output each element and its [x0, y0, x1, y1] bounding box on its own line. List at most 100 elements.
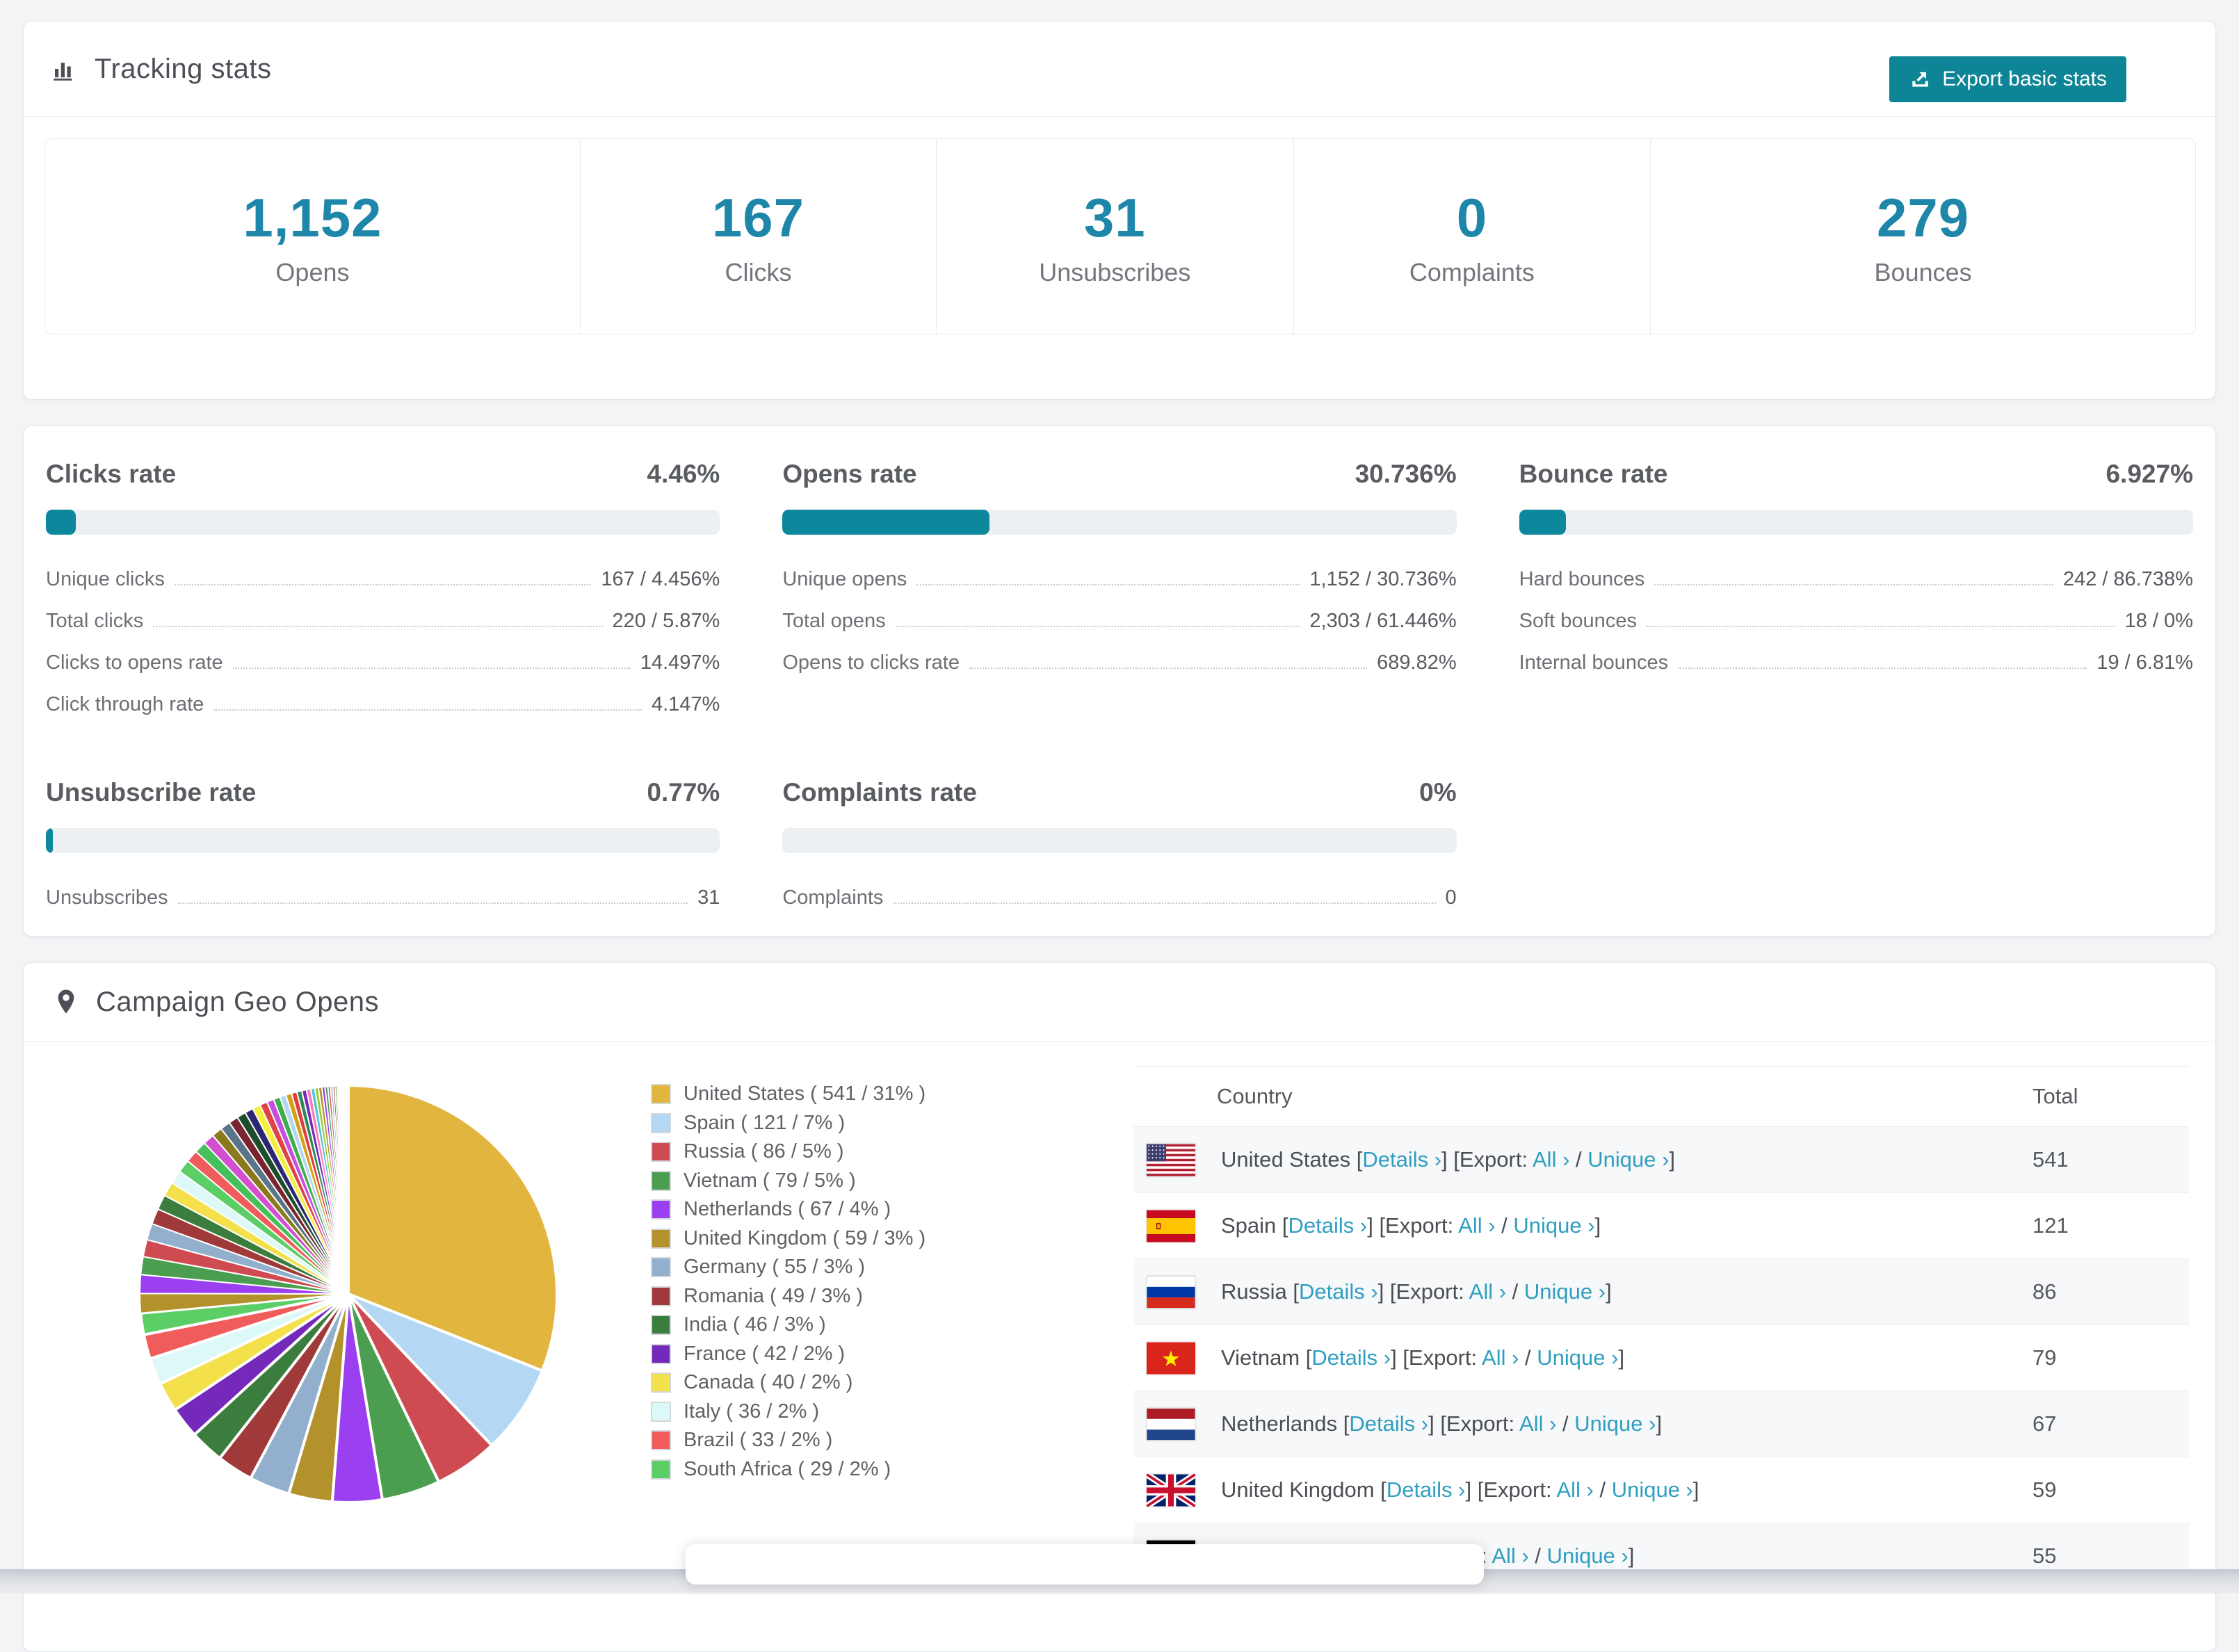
legend-item-united-states: United States ( 541 / 31% )	[651, 1080, 925, 1109]
rate-row-soft-bounces: Soft bounces18 / 0%	[1519, 610, 2193, 633]
legend-label: United Kingdom ( 59 / 3% )	[684, 1227, 925, 1250]
legend-swatch	[651, 1344, 671, 1364]
export-unique-link-vietnam[interactable]: Unique ›	[1537, 1345, 1618, 1370]
rate-row-label: Total clicks	[46, 610, 143, 633]
rate-row-unique-clicks: Unique clicks167 / 4.456%	[46, 568, 720, 591]
rate-value: 4.46%	[647, 460, 720, 489]
stat-label: Complaints	[1409, 258, 1535, 287]
legend-label: Vietnam ( 79 / 5% )	[684, 1169, 856, 1192]
progress-bar-fill	[1519, 510, 1566, 535]
progress-bar-track	[46, 828, 720, 853]
legend-label: South Africa ( 29 / 2% )	[684, 1458, 891, 1481]
export-unique-link-russia[interactable]: Unique ›	[1524, 1279, 1606, 1304]
stat-value: 279	[1877, 186, 1969, 250]
column-header-total: Total	[2032, 1084, 2189, 1109]
dotted-leader	[893, 902, 1435, 904]
legend-label: United States ( 541 / 31% )	[684, 1083, 925, 1106]
summary-stat-clicks: 167Clicks	[581, 139, 937, 334]
table-row-united-states: United States [Details ›] [Export: All ›…	[1134, 1127, 2189, 1193]
legend-item-united-kingdom: United Kingdom ( 59 / 3% )	[651, 1224, 925, 1254]
table-row-russia: Russia [Details ›] [Export: All › / Uniq…	[1134, 1259, 2189, 1325]
rate-row-label: Unique opens	[782, 568, 907, 591]
export-all-link-spain[interactable]: All ›	[1458, 1213, 1495, 1238]
total-cell: 121	[2032, 1213, 2189, 1238]
rate-row-opens-to-clicks-rate: Opens to clicks rate689.82%	[782, 651, 1456, 674]
total-cell: 59	[2032, 1477, 2189, 1503]
rate-row-clicks-to-opens-rate: Clicks to opens rate 14.497%	[46, 651, 720, 674]
details-link-russia[interactable]: Details ›	[1299, 1279, 1378, 1304]
rate-row-label: Unsubscribes	[46, 886, 168, 909]
rate-row-unique-opens: Unique opens1,152 / 30.736%	[782, 568, 1456, 591]
legend-swatch	[651, 1257, 671, 1277]
dotted-leader	[175, 584, 592, 585]
legend-swatch	[651, 1229, 671, 1249]
rate-head: Clicks rate 4.46%	[46, 460, 720, 489]
table-row-spain: Spain [Details ›] [Export: All › / Uniqu…	[1134, 1193, 2189, 1259]
summary-stats-strip: 1,152Opens167Clicks31Unsubscribes0Compla…	[45, 138, 2196, 334]
rate-row-hard-bounces: Hard bounces242 / 86.738%	[1519, 568, 2193, 591]
legend-item-south-africa: South Africa ( 29 / 2% )	[651, 1455, 925, 1484]
export-all-link-vietnam[interactable]: All ›	[1482, 1345, 1519, 1370]
legend-item-vietnam: Vietnam ( 79 / 5% )	[651, 1167, 925, 1196]
rate-head: Unsubscribe rate0.77%	[46, 778, 720, 807]
stat-value: 1,152	[243, 186, 382, 250]
export-basic-stats-button[interactable]: Export basic stats	[1889, 56, 2126, 102]
export-all-link-netherlands[interactable]: All ›	[1519, 1411, 1556, 1436]
page-title: Tracking stats	[95, 54, 271, 85]
legend-swatch	[651, 1199, 671, 1220]
progress-bar-track	[46, 510, 720, 535]
legend-item-netherlands: Netherlands ( 67 / 4% )	[651, 1195, 925, 1224]
rate-value: 0%	[1419, 778, 1456, 807]
export-all-link-united-states[interactable]: All ›	[1533, 1147, 1569, 1172]
rates-card: Clicks rate 4.46% Unique clicks167 / 4.456…	[23, 426, 2216, 937]
tracking-stats-header: Tracking stats Export basic stats	[24, 22, 2215, 117]
rate-value: 0.77%	[647, 778, 720, 807]
rate-row-unsubscribes: Unsubscribes31	[46, 886, 720, 909]
stat-label: Bounces	[1875, 258, 1972, 287]
details-link-united-states[interactable]: Details ›	[1362, 1147, 1441, 1172]
total-cell: 79	[2032, 1345, 2189, 1370]
legend-swatch	[651, 1286, 671, 1306]
country-cell: United Kingdom [Details ›] [Export: All …	[1134, 1474, 2032, 1507]
rate-row-label: Unique clicks	[46, 568, 165, 591]
legend-label: Italy ( 36 / 2% )	[684, 1400, 819, 1423]
rate-block-clicks-rate: Clicks rate 4.46% Unique clicks167 / 4.456…	[46, 460, 720, 735]
details-link-united-kingdom[interactable]: Details ›	[1387, 1477, 1466, 1502]
dotted-leader	[896, 626, 1300, 627]
rate-row-total-clicks: Total clicks220 / 5.87%	[46, 610, 720, 633]
country-links-text: Spain [Details ›] [Export: All › / Uniqu…	[1221, 1213, 1601, 1238]
export-unique-link-germany[interactable]: Unique ›	[1547, 1544, 1628, 1568]
geo-legend: United States ( 541 / 31% )Spain ( 121 /…	[651, 1080, 925, 1484]
legend-label: Brazil ( 33 / 2% )	[684, 1429, 832, 1452]
geo-table: Country Total United States [Details ›] …	[1134, 1066, 2189, 1589]
dotted-leader	[213, 709, 642, 711]
legend-swatch	[651, 1315, 671, 1335]
total-cell: 541	[2032, 1147, 2189, 1172]
stat-value: 0	[1457, 186, 1487, 250]
rate-row-internal-bounces: Internal bounces19 / 6.81%	[1519, 651, 2193, 674]
dotted-leader	[1647, 626, 2115, 627]
rate-row-value: 18 / 0%	[2125, 610, 2193, 633]
export-unique-link-united-states[interactable]: Unique ›	[1587, 1147, 1669, 1172]
export-unique-link-netherlands[interactable]: Unique ›	[1574, 1411, 1656, 1436]
rate-row-label: Clicks to opens rate	[46, 651, 223, 674]
details-link-vietnam[interactable]: Details ›	[1311, 1345, 1391, 1370]
rate-block-bounce-rate: Bounce rate6.927%Hard bounces242 / 86.73…	[1519, 460, 2193, 735]
export-unique-link-united-kingdom[interactable]: Unique ›	[1612, 1477, 1693, 1502]
rate-title: Clicks rate	[46, 460, 176, 489]
progress-bar-track	[782, 828, 1456, 853]
rate-value: 6.927%	[2105, 460, 2193, 489]
export-all-link-russia[interactable]: All ›	[1469, 1279, 1506, 1304]
legend-label: Netherlands ( 67 / 4% )	[684, 1198, 891, 1221]
export-unique-link-spain[interactable]: Unique ›	[1513, 1213, 1594, 1238]
rate-row-value: 19 / 6.81%	[2096, 651, 2193, 674]
legend-swatch	[651, 1084, 671, 1104]
export-all-link-united-kingdom[interactable]: All ›	[1556, 1477, 1593, 1502]
dotted-leader	[1654, 584, 2053, 585]
legend-swatch	[651, 1459, 671, 1480]
export-all-link-germany[interactable]: All ›	[1492, 1544, 1528, 1568]
details-link-spain[interactable]: Details ›	[1288, 1213, 1368, 1238]
details-link-netherlands[interactable]: Details ›	[1349, 1411, 1428, 1436]
legend-item-italy: Italy ( 36 / 2% )	[651, 1398, 925, 1427]
rate-row-value: 14.497%	[640, 651, 720, 674]
